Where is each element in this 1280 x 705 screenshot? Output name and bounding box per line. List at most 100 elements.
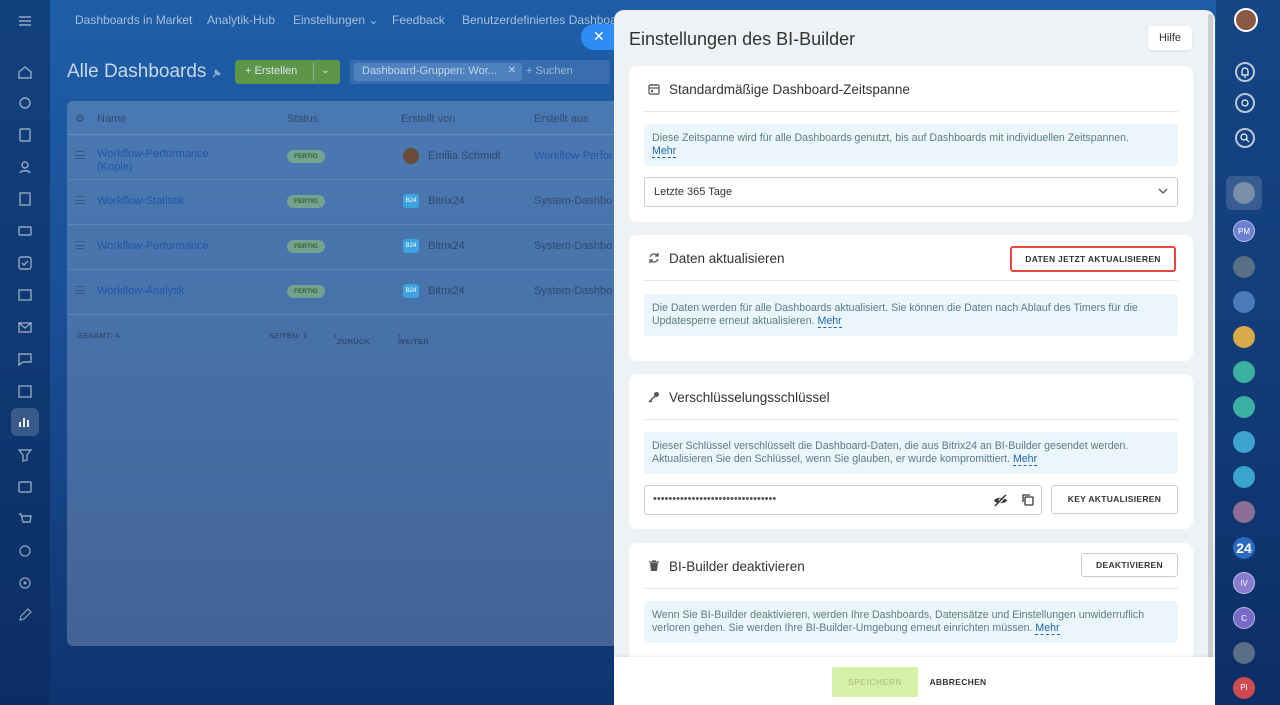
help-button[interactable]: Hilfe: [1148, 26, 1192, 50]
avatar[interactable]: IV: [1233, 572, 1255, 594]
avatar[interactable]: [1233, 182, 1255, 204]
prev-page-link[interactable]: ‹ ZURÜCK: [334, 331, 370, 346]
encryption-key-card: Verschlüsselungsschlüssel Dieser Schlüss…: [629, 374, 1193, 529]
more-link[interactable]: Mehr: [1035, 622, 1060, 635]
period-select[interactable]: Letzte 365 Tage: [644, 177, 1178, 207]
deactivate-button[interactable]: DEAKTIVIEREN: [1081, 553, 1178, 577]
close-icon[interactable]: ✕: [508, 65, 516, 76]
filter-search[interactable]: Dashboard-Gruppen: Wor... ✕ + Suchen: [350, 60, 610, 84]
avatar: [403, 148, 419, 164]
nav-einstellungen[interactable]: Einstellungen ⌄: [293, 13, 378, 27]
encryption-key-hint: Dieser Schlüssel verschlüsselt die Dashb…: [644, 432, 1178, 474]
nav-feedback[interactable]: Feedback: [392, 13, 445, 27]
eye-off-icon[interactable]: [993, 493, 1008, 508]
analytics-icon[interactable]: [11, 408, 39, 436]
calendar-icon: [647, 82, 661, 96]
copy-icon[interactable]: [1021, 493, 1035, 507]
encryption-key-title: Verschlüsselungsschlüssel: [669, 390, 830, 405]
key-icon: [647, 390, 661, 404]
user-avatar[interactable]: [1234, 8, 1258, 32]
tasks-icon[interactable]: [15, 125, 35, 145]
avatar[interactable]: [1233, 431, 1255, 453]
update-key-button[interactable]: KEY AKTUALISIEREN: [1051, 485, 1178, 514]
edit-icon[interactable]: [15, 605, 35, 625]
drag-handle-icon[interactable]: [75, 151, 85, 159]
shop-icon[interactable]: [15, 509, 35, 529]
page-title: Alle Dashboards: [67, 61, 207, 82]
create-button[interactable]: + Erstellen ⌄: [235, 60, 340, 84]
search-input[interactable]: + Suchen: [526, 65, 573, 77]
period-hint: Diese Zeitspanne wird für alle Dashboard…: [644, 124, 1178, 166]
chat-icon[interactable]: [15, 349, 35, 369]
column-name[interactable]: Name: [97, 113, 126, 125]
deactivate-title: BI-Builder deaktivieren: [669, 559, 805, 574]
checklist-icon[interactable]: [15, 253, 35, 273]
contacts-icon[interactable]: [15, 157, 35, 177]
target-icon[interactable]: [1235, 93, 1255, 113]
avatar[interactable]: [1233, 501, 1255, 523]
menu-icon[interactable]: [15, 11, 35, 31]
avatar[interactable]: [1233, 256, 1255, 278]
scrollbar[interactable]: [1208, 14, 1213, 678]
refresh-now-button[interactable]: DATEN JETZT AKTUALISIEREN: [1010, 246, 1176, 272]
encryption-key-field[interactable]: ••••••••••••••••••••••••••••••••: [644, 485, 1042, 515]
nav-dashboards-in-market[interactable]: Dashboards in Market: [75, 13, 192, 27]
avatar[interactable]: PI: [1233, 677, 1255, 699]
close-icon: ✕: [593, 28, 605, 44]
avatar[interactable]: [1233, 396, 1255, 418]
feed-icon[interactable]: [15, 93, 35, 113]
crm-icon[interactable]: [15, 285, 35, 305]
more-link[interactable]: Mehr: [817, 315, 842, 328]
sites-icon[interactable]: [15, 477, 35, 497]
pin-icon[interactable]: [210, 67, 222, 79]
bitrix24-logo-icon: B24: [403, 239, 419, 253]
drag-handle-icon[interactable]: [75, 196, 85, 204]
more-link[interactable]: Mehr: [652, 145, 677, 158]
save-button[interactable]: SPEICHERN: [832, 667, 918, 697]
left-sidebar: [0, 0, 50, 705]
avatar[interactable]: [1233, 642, 1255, 664]
avatar[interactable]: 24: [1233, 537, 1255, 559]
avatar[interactable]: PM: [1233, 220, 1255, 242]
avatar[interactable]: [1233, 466, 1255, 488]
table-row[interactable]: Workflow-Statistik FERTIG B24 Bitrix24 S…: [67, 180, 627, 225]
drag-handle-icon[interactable]: [75, 241, 85, 249]
grid-footer: GESAMT: 4 SEITEN: 1 ‹ ZURÜCK WEITER ›: [67, 325, 627, 346]
bell-icon[interactable]: [1235, 62, 1255, 82]
refresh-title: Daten aktualisieren: [669, 251, 785, 266]
search-icon[interactable]: [1235, 128, 1255, 148]
avatar[interactable]: [1233, 361, 1255, 383]
next-page-link[interactable]: WEITER ›: [398, 331, 429, 346]
documents-icon[interactable]: [15, 189, 35, 209]
mail-icon[interactable]: [15, 317, 35, 337]
chevron-down-icon: [1158, 186, 1168, 196]
card-header: Standardmäßige Dashboard-Zeitspanne: [644, 66, 1178, 112]
avatar[interactable]: [1233, 326, 1255, 348]
table-row[interactable]: Workflow-Performance FERTIG B24 Bitrix24…: [67, 225, 627, 270]
table-row[interactable]: Workflow-Analytik FERTIG B24 Bitrix24 Sy…: [67, 270, 627, 315]
more-link[interactable]: Mehr: [1012, 453, 1038, 466]
nav-analytik-hub[interactable]: Analytik-Hub: [207, 13, 275, 27]
drag-handle-icon[interactable]: [75, 286, 85, 294]
column-source[interactable]: Erstellt aus: [534, 113, 588, 125]
slider-title: Einstellungen des BI-Builder: [629, 29, 856, 49]
avatar[interactable]: [1233, 291, 1255, 313]
cancel-button[interactable]: ABBRECHEN: [928, 667, 988, 697]
slider-footer: SPEICHERN ABBRECHEN: [614, 657, 1215, 705]
avatar[interactable]: C: [1233, 607, 1255, 629]
column-status[interactable]: Status: [287, 113, 318, 125]
refresh-card: Daten aktualisieren DATEN JETZT AKTUALIS…: [629, 235, 1193, 361]
column-creator[interactable]: Erstellt von: [401, 113, 455, 125]
period-title: Standardmäßige Dashboard-Zeitspanne: [669, 82, 910, 97]
marketing-icon[interactable]: [15, 541, 35, 561]
table-row[interactable]: Workflow-Performance (Kopie) FERTIG Emil…: [67, 135, 627, 180]
automation-icon[interactable]: [15, 573, 35, 593]
card-header: Verschlüsselungsschlüssel: [644, 374, 1178, 420]
calendar-icon[interactable]: [15, 381, 35, 401]
funnel-icon[interactable]: [15, 445, 35, 465]
home-icon[interactable]: [15, 62, 35, 82]
drive-icon[interactable]: [15, 221, 35, 241]
chevron-down-icon[interactable]: ⌄: [321, 65, 329, 76]
filter-chip[interactable]: Dashboard-Gruppen: Wor... ✕: [354, 63, 522, 81]
gear-icon[interactable]: ⚙: [75, 112, 85, 125]
